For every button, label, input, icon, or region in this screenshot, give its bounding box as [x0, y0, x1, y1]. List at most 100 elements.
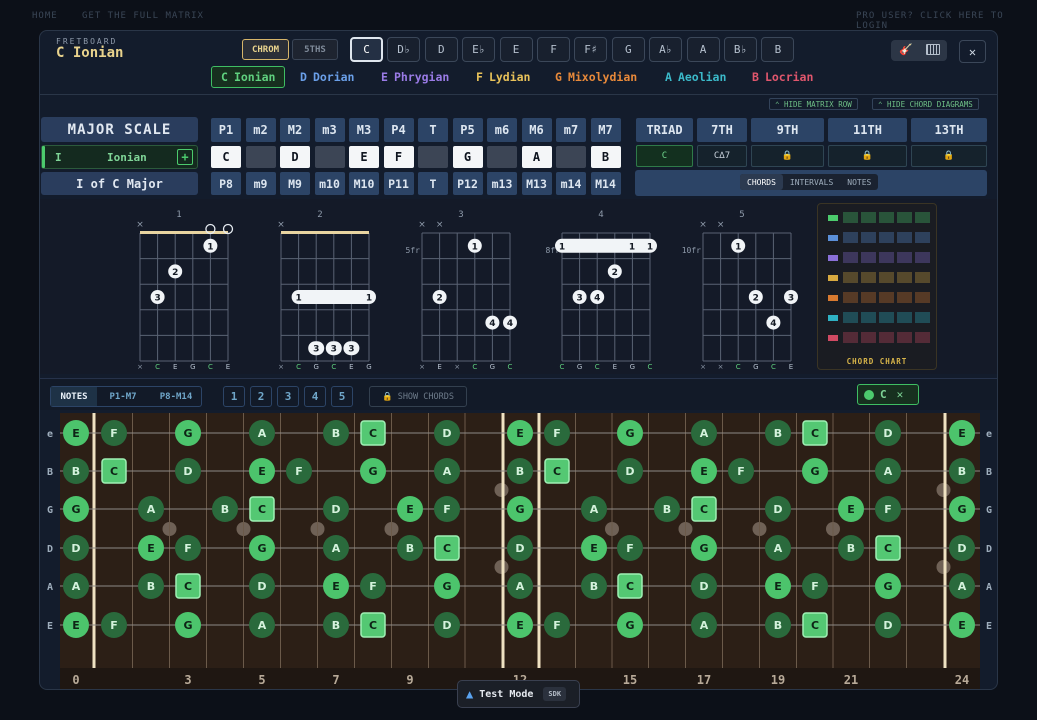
interval-bottom[interactable]: M13: [521, 172, 552, 195]
chart-cell[interactable]: [861, 232, 876, 243]
key-button[interactable]: F♯: [574, 37, 608, 62]
nav-matrix-link[interactable]: GET THE FULL MATRIX: [82, 11, 204, 21]
interval-top[interactable]: T: [418, 118, 448, 142]
mode-button[interactable]: G Mixolydian: [555, 66, 637, 88]
fretboard[interactable]: E F G A B C D E F G A B C D E B C D E F G A B C D E F G A B G A B C D E F G A B…: [60, 413, 980, 668]
key-button[interactable]: D♭: [387, 37, 421, 62]
chart-cell[interactable]: [861, 312, 876, 323]
show-chords-button[interactable]: 🔒 SHOW CHORDS: [369, 386, 467, 407]
instrument-switch[interactable]: 🎸: [891, 40, 947, 61]
matrix-note[interactable]: G: [452, 146, 483, 168]
matrix-note[interactable]: F: [383, 146, 414, 168]
matrix-note[interactable]: [556, 146, 586, 168]
chord-diagram[interactable]: 2 × 1 1 3 3 3 × C G C E G: [277, 210, 376, 371]
interval-top[interactable]: m2: [245, 118, 276, 142]
mode-button[interactable]: F Lydian: [476, 66, 530, 88]
interval-top[interactable]: m6: [487, 118, 517, 142]
position-button[interactable]: 1: [223, 386, 245, 407]
key-button[interactable]: C: [350, 37, 383, 62]
chart-cell[interactable]: [879, 272, 894, 283]
key-button[interactable]: A: [686, 37, 720, 62]
chart-cell[interactable]: [897, 272, 912, 283]
interval-top[interactable]: P1: [211, 118, 241, 142]
position-button[interactable]: 3: [277, 386, 299, 407]
interval-bottom[interactable]: m13: [487, 172, 517, 195]
key-button[interactable]: D: [424, 37, 458, 62]
key-button[interactable]: E: [499, 37, 533, 62]
mode-row[interactable]: I Ionian +: [41, 145, 198, 169]
interval-top[interactable]: M3: [349, 118, 379, 142]
chart-cell[interactable]: [843, 212, 858, 223]
chart-cell[interactable]: [861, 252, 876, 263]
interval-bottom[interactable]: M14: [590, 172, 621, 195]
chord-diagram[interactable]: 3 5fr × × 1 2 4 4 × E × C G C: [406, 210, 517, 371]
chord-type[interactable]: 9TH: [751, 118, 824, 142]
chart-cell[interactable]: [861, 212, 876, 223]
chart-cell[interactable]: [915, 332, 930, 343]
matrix-note[interactable]: D: [280, 146, 310, 168]
guitar-icon[interactable]: 🎸: [899, 43, 913, 56]
view-tab[interactable]: P1-M7: [97, 387, 149, 406]
chord-diagram[interactable]: 1 × 1 2 3 × C E G C E: [136, 210, 234, 371]
interval-bottom[interactable]: m9: [245, 172, 276, 195]
chart-cell[interactable]: [897, 312, 912, 323]
chart-cell[interactable]: [861, 292, 876, 303]
interval-top[interactable]: M6: [521, 118, 552, 142]
chart-cell[interactable]: [879, 252, 894, 263]
interval-bottom[interactable]: P11: [383, 172, 414, 195]
chord-diagram[interactable]: 48fr1 1123 4C G C E G C: [546, 210, 657, 371]
add-button[interactable]: +: [177, 149, 193, 165]
view-tab[interactable]: NOTES: [51, 387, 97, 406]
chord-tab[interactable]: NOTES: [840, 174, 878, 190]
chord-tab[interactable]: INTERVALS: [783, 174, 840, 190]
key-button[interactable]: A♭: [649, 37, 683, 62]
interval-top[interactable]: M2: [280, 118, 310, 142]
chart-cell[interactable]: [915, 212, 930, 223]
mode-button[interactable]: E Phrygian: [381, 66, 449, 88]
matrix-note[interactable]: E: [349, 146, 379, 168]
chart-cell[interactable]: [897, 292, 912, 303]
chart-cell[interactable]: [879, 332, 894, 343]
key-button[interactable]: G: [611, 37, 645, 62]
chord-value[interactable]: 🔒: [751, 145, 824, 167]
piano-icon[interactable]: [926, 44, 940, 55]
matrix-note[interactable]: A: [521, 146, 552, 168]
chart-cell[interactable]: [879, 312, 894, 323]
interval-bottom[interactable]: m14: [556, 172, 586, 195]
mode-button[interactable]: B Locrian: [752, 66, 813, 88]
chart-cell[interactable]: [915, 292, 930, 303]
mode-button[interactable]: A Aeolian: [665, 66, 726, 88]
chromatic-toggle[interactable]: CHROM: [242, 39, 289, 60]
interval-top[interactable]: M7: [590, 118, 621, 142]
matrix-note[interactable]: [314, 146, 345, 168]
chart-cell[interactable]: [843, 332, 858, 343]
nav-home-link[interactable]: HOME: [32, 11, 58, 21]
key-pill[interactable]: C ✕: [857, 384, 919, 405]
matrix-note[interactable]: C: [211, 146, 241, 168]
chart-cell[interactable]: [879, 232, 894, 243]
chord-type[interactable]: 13TH: [911, 118, 987, 142]
chart-cell[interactable]: [897, 212, 912, 223]
interval-bottom[interactable]: M9: [280, 172, 310, 195]
chart-cell[interactable]: [879, 212, 894, 223]
position-button[interactable]: 2: [250, 386, 272, 407]
mode-button[interactable]: C Ionian: [211, 66, 286, 88]
key-button[interactable]: B♭: [724, 37, 757, 62]
chart-cell[interactable]: [897, 332, 912, 343]
interval-bottom[interactable]: P8: [211, 172, 241, 195]
chart-cell[interactable]: [915, 232, 930, 243]
hide-chord-diagrams-button[interactable]: ⌃ HIDE CHORD DIAGRAMS: [872, 98, 979, 110]
chord-diagram[interactable]: 5 10fr × × 1 2 3 4 × × C G C E: [682, 210, 798, 371]
chart-cell[interactable]: [915, 252, 930, 263]
chart-cell[interactable]: [861, 332, 876, 343]
position-button[interactable]: 4: [304, 386, 326, 407]
chart-cell[interactable]: [843, 272, 858, 283]
chord-tab[interactable]: CHORDS: [740, 174, 783, 190]
chord-chart[interactable]: CHORD CHART: [817, 203, 937, 370]
matrix-note[interactable]: [418, 146, 448, 168]
interval-top[interactable]: P4: [383, 118, 414, 142]
chart-cell[interactable]: [897, 232, 912, 243]
interval-top[interactable]: m7: [556, 118, 586, 142]
chart-cell[interactable]: [879, 292, 894, 303]
chord-value[interactable]: 🔒: [828, 145, 907, 167]
